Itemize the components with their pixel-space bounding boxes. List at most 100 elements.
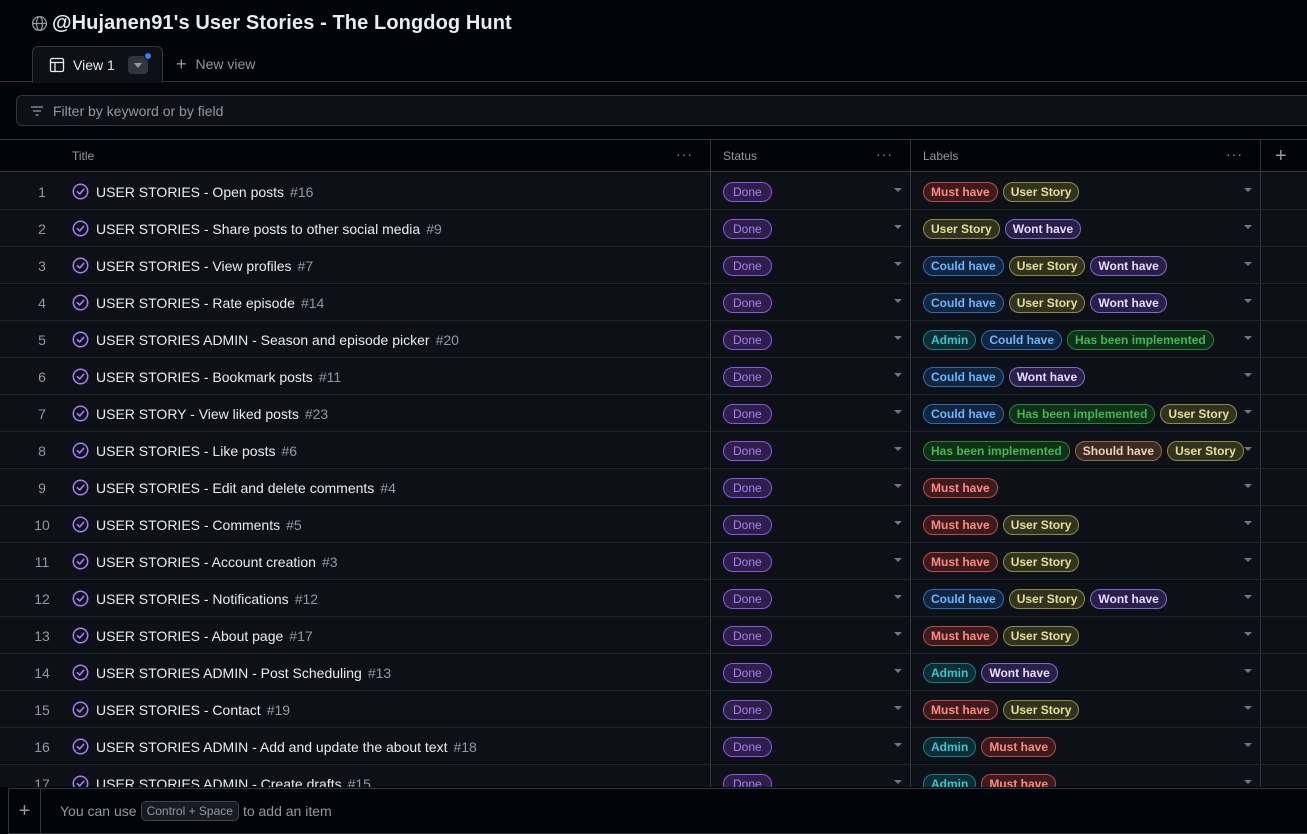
new-view-button[interactable]: + New view <box>176 55 255 73</box>
issue-title-link[interactable]: USER STORIES - About page #17 <box>96 617 313 654</box>
labels-dropdown-caret-icon[interactable] <box>1244 484 1252 488</box>
status-badge[interactable]: Done <box>723 589 772 609</box>
issue-title-link[interactable]: USER STORIES ADMIN - Create drafts #15 <box>96 765 371 788</box>
labels-cell[interactable]: Admin Wont have <box>923 663 1058 683</box>
labels-cell[interactable]: Could have User Story Wont have <box>923 256 1167 276</box>
issue-title-link[interactable]: USER STORY - View liked posts #23 <box>96 395 328 432</box>
table-row[interactable]: 17 USER STORIES ADMIN - Create drafts #15 D… <box>0 765 1307 787</box>
status-badge[interactable]: Done <box>723 330 772 350</box>
table-row[interactable]: 4 USER STORIES - Rate episode #14 Done Could… <box>0 284 1307 321</box>
status-badge[interactable]: Done <box>723 478 772 498</box>
column-labels-menu-icon[interactable]: ··· <box>1226 146 1243 162</box>
table-row[interactable]: 13 USER STORIES - About page #17 Done Must h… <box>0 617 1307 654</box>
table-row[interactable]: 6 USER STORIES - Bookmark posts #11 Done Cou… <box>0 358 1307 395</box>
table-row[interactable]: 1 USER STORIES - Open posts #16 Done Must ha… <box>0 173 1307 210</box>
status-dropdown-caret-icon[interactable] <box>894 447 902 451</box>
status-badge[interactable]: Done <box>723 774 772 787</box>
labels-dropdown-caret-icon[interactable] <box>1244 410 1252 414</box>
issue-title-link[interactable]: USER STORIES - Notifications #12 <box>96 580 318 617</box>
labels-cell[interactable]: Must have User Story <box>923 700 1080 720</box>
issue-title-link[interactable]: USER STORIES - Share posts to other soci… <box>96 210 442 247</box>
status-dropdown-caret-icon[interactable] <box>894 188 902 192</box>
labels-cell[interactable]: Must have User Story <box>923 626 1080 646</box>
table-row[interactable]: 2 USER STORIES - Share posts to other soc… <box>0 210 1307 247</box>
labels-cell[interactable]: Admin Must have <box>923 737 1057 757</box>
status-badge[interactable]: Done <box>723 219 772 239</box>
labels-cell[interactable]: Must have User Story <box>923 182 1080 202</box>
issue-title-link[interactable]: USER STORIES ADMIN - Add and update the … <box>96 728 477 765</box>
status-badge[interactable]: Done <box>723 552 772 572</box>
labels-cell[interactable]: Could have User Story Wont have <box>923 589 1167 609</box>
table-row[interactable]: 10 USER STORIES - Comments #5 Done Must have… <box>0 506 1307 543</box>
table-row[interactable]: 15 USER STORIES - Contact #19 Done Must have… <box>0 691 1307 728</box>
status-badge[interactable]: Done <box>723 626 772 646</box>
issue-title-link[interactable]: USER STORIES - Rate episode #14 <box>96 284 324 321</box>
labels-dropdown-caret-icon[interactable] <box>1244 299 1252 303</box>
table-row[interactable]: 16 USER STORIES ADMIN - Add and update th… <box>0 728 1307 765</box>
add-field-button[interactable]: + <box>1275 145 1287 168</box>
labels-cell[interactable]: Could have Has been implemented User Story <box>923 404 1238 424</box>
status-badge[interactable]: Done <box>723 700 772 720</box>
labels-cell[interactable]: Admin Could have Has been implemented <box>923 330 1214 350</box>
column-header-title[interactable]: Title ··· <box>72 140 710 172</box>
add-item-hint[interactable]: You can use Control + Space to add an it… <box>60 801 332 821</box>
table-row[interactable]: 11 USER STORIES - Account creation #3 Done M… <box>0 543 1307 580</box>
column-title-menu-icon[interactable]: ··· <box>676 146 693 162</box>
status-badge[interactable]: Done <box>723 404 772 424</box>
status-dropdown-caret-icon[interactable] <box>894 706 902 710</box>
labels-dropdown-caret-icon[interactable] <box>1244 780 1252 784</box>
issue-title-link[interactable]: USER STORIES - Comments #5 <box>96 506 302 543</box>
labels-dropdown-caret-icon[interactable] <box>1244 595 1252 599</box>
status-dropdown-caret-icon[interactable] <box>894 521 902 525</box>
status-dropdown-caret-icon[interactable] <box>894 780 902 784</box>
status-dropdown-caret-icon[interactable] <box>894 558 902 562</box>
labels-dropdown-caret-icon[interactable] <box>1244 632 1252 636</box>
labels-cell[interactable]: Must have User Story <box>923 515 1080 535</box>
issue-title-link[interactable]: USER STORIES - Open posts #16 <box>96 173 313 210</box>
labels-cell[interactable]: Admin Must have <box>923 774 1057 787</box>
status-dropdown-caret-icon[interactable] <box>894 373 902 377</box>
labels-dropdown-caret-icon[interactable] <box>1244 521 1252 525</box>
column-header-labels[interactable]: Labels ··· <box>923 140 1260 172</box>
labels-dropdown-caret-icon[interactable] <box>1244 262 1252 266</box>
status-badge[interactable]: Done <box>723 737 772 757</box>
table-row[interactable]: 12 USER STORIES - Notifications #12 Done Cou… <box>0 580 1307 617</box>
status-dropdown-caret-icon[interactable] <box>894 484 902 488</box>
status-badge[interactable]: Done <box>723 182 772 202</box>
status-dropdown-caret-icon[interactable] <box>894 595 902 599</box>
status-dropdown-caret-icon[interactable] <box>894 669 902 673</box>
labels-dropdown-caret-icon[interactable] <box>1244 669 1252 673</box>
labels-cell[interactable]: Must have User Story <box>923 552 1080 572</box>
issue-title-link[interactable]: USER STORIES - Contact #19 <box>96 691 290 728</box>
column-status-menu-icon[interactable]: ··· <box>876 146 893 162</box>
labels-dropdown-caret-icon[interactable] <box>1244 336 1252 340</box>
status-dropdown-caret-icon[interactable] <box>894 299 902 303</box>
status-badge[interactable]: Done <box>723 515 772 535</box>
labels-dropdown-caret-icon[interactable] <box>1244 558 1252 562</box>
labels-dropdown-caret-icon[interactable] <box>1244 188 1252 192</box>
issue-title-link[interactable]: USER STORIES ADMIN - Season and episode … <box>96 321 459 358</box>
tab-view-1[interactable]: View 1 <box>32 46 163 83</box>
labels-dropdown-caret-icon[interactable] <box>1244 706 1252 710</box>
status-dropdown-caret-icon[interactable] <box>894 743 902 747</box>
table-row[interactable]: 9 USER STORIES - Edit and delete comments… <box>0 469 1307 506</box>
labels-cell[interactable]: Could have Wont have <box>923 367 1086 387</box>
issue-title-link[interactable]: USER STORIES - Like posts #6 <box>96 432 297 469</box>
status-dropdown-caret-icon[interactable] <box>894 410 902 414</box>
labels-cell[interactable]: Could have User Story Wont have <box>923 293 1167 313</box>
labels-dropdown-caret-icon[interactable] <box>1244 743 1252 747</box>
table-row[interactable]: 5 USER STORIES ADMIN - Season and episode… <box>0 321 1307 358</box>
labels-dropdown-caret-icon[interactable] <box>1244 373 1252 377</box>
issue-title-link[interactable]: USER STORIES - Account creation #3 <box>96 543 338 580</box>
labels-dropdown-caret-icon[interactable] <box>1244 447 1252 451</box>
labels-dropdown-caret-icon[interactable] <box>1244 225 1252 229</box>
status-dropdown-caret-icon[interactable] <box>894 225 902 229</box>
status-badge[interactable]: Done <box>723 441 772 461</box>
column-header-status[interactable]: Status ··· <box>723 140 910 172</box>
status-dropdown-caret-icon[interactable] <box>894 632 902 636</box>
issue-title-link[interactable]: USER STORIES - Bookmark posts #11 <box>96 358 341 395</box>
table-row[interactable]: 7 USER STORY - View liked posts #23 Done Cou… <box>0 395 1307 432</box>
filter-input[interactable]: Filter by keyword or by field <box>16 95 1307 126</box>
labels-cell[interactable]: Must have <box>923 478 998 498</box>
labels-cell[interactable]: Has been implemented Should have User Stor… <box>923 441 1244 461</box>
